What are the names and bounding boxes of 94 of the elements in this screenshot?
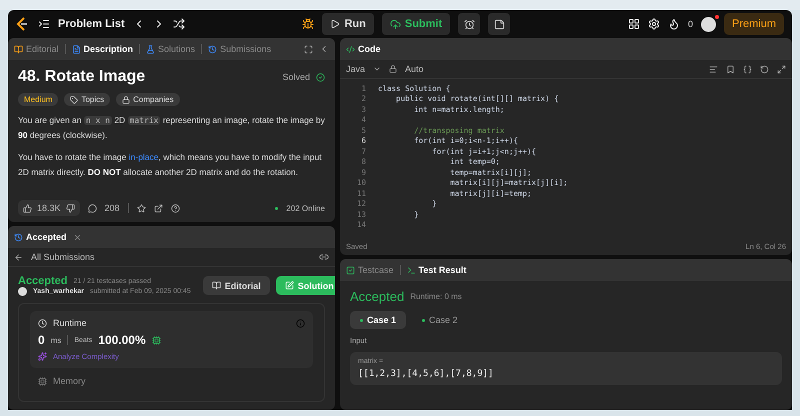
tag-icon: [70, 96, 78, 104]
list-icon: [38, 18, 50, 30]
tag-chip[interactable]: Topics: [64, 93, 110, 106]
fullscreen-icon: [777, 64, 786, 74]
problem-list-link[interactable]: Problem List: [58, 18, 125, 30]
thumbs-up-icon: [23, 204, 32, 212]
tag-chip[interactable]: Companies: [116, 93, 180, 106]
notification-dot: [715, 14, 719, 18]
solved-status: Solved: [282, 72, 310, 82]
edit-icon: [284, 281, 294, 290]
like-count: 18.3K: [37, 203, 61, 213]
debug-icon: [302, 18, 314, 30]
alarm-clock-icon: [464, 18, 475, 30]
link-icon: [319, 252, 329, 262]
panel-tab[interactable]: Submissions: [208, 44, 272, 54]
history-icon: [208, 44, 218, 54]
format-icon: [709, 64, 718, 74]
checkbox-icon: [346, 266, 355, 274]
share-icon: [154, 204, 163, 212]
info-icon: [296, 318, 305, 328]
avatar[interactable]: [701, 16, 716, 32]
premium-button[interactable]: Premium: [724, 13, 784, 35]
problem-text: You have to rotate the image in-place, which means you have to modify the input 2D matrix directly. DO NOT allocate another 2D matrix and do the rotation.: [18, 151, 323, 179]
chevron-down-icon: [373, 65, 382, 73]
comment-icon: [88, 204, 97, 212]
streak-count: 0: [688, 19, 693, 29]
runtime-label: Runtime: [53, 318, 87, 328]
online-dot: [275, 206, 278, 210]
panel-tab[interactable]: Testcase: [346, 265, 394, 275]
play-icon: [330, 19, 340, 29]
all-submissions-link[interactable]: All Submissions: [31, 252, 95, 262]
language-select[interactable]: Java: [346, 64, 366, 74]
back-arrow-icon: [14, 252, 23, 262]
close-icon: [72, 232, 82, 242]
document-icon: [72, 44, 81, 54]
beats-value: 100.00%: [98, 333, 146, 347]
user-avatar: [18, 287, 27, 296]
star-icon: [136, 204, 146, 212]
thumbs-down-icon: [66, 204, 75, 212]
accepted-tab[interactable]: Accepted: [14, 232, 67, 242]
runtime-value: 0: [38, 333, 45, 347]
help-icon: [170, 204, 180, 212]
expand-icon: [304, 44, 313, 54]
panel-tab[interactable]: Test Result: [406, 265, 466, 275]
terminal-icon: [406, 266, 416, 274]
auto-mode: Auto: [405, 64, 424, 74]
grid-icon: [628, 18, 640, 30]
code-tab[interactable]: Code: [346, 44, 380, 54]
code-icon: [346, 44, 355, 54]
result-verdict: Accepted: [350, 289, 404, 304]
panel-tab[interactable]: Editorial: [14, 44, 59, 54]
case-tab[interactable]: Case 1: [350, 311, 406, 329]
sparkles-icon: [38, 352, 47, 361]
book-icon: [14, 44, 23, 54]
note-button[interactable]: [488, 13, 510, 35]
verdict: Accepted: [18, 275, 68, 287]
online-count: 202 Online: [286, 204, 325, 212]
reset-icon: [760, 64, 769, 74]
like-bar[interactable]: 18.3K: [18, 200, 80, 216]
problem-text: You are given an n x n 2D matrix representing an image, rotate the image by 90 degrees (clockwise).: [18, 114, 325, 142]
check-circle-icon: [316, 72, 325, 82]
lock-icon: [122, 96, 130, 104]
editorial-button[interactable]: Editorial: [202, 276, 270, 295]
history-icon: [14, 232, 23, 242]
logo-icon: [16, 17, 28, 31]
run-button[interactable]: Run: [322, 13, 374, 35]
result-runtime: Runtime: 0 ms: [410, 292, 462, 301]
panel-tab[interactable]: Solutions: [146, 44, 196, 54]
clock-icon: [38, 318, 47, 328]
variable-value: [[1,2,3],[4,5,6],[7,8,9]]: [358, 369, 494, 379]
status-dot: [422, 318, 426, 322]
flask-icon: [146, 44, 156, 54]
cloud-upload-icon: [390, 18, 401, 30]
book-icon: [212, 281, 221, 290]
comment-count: 208: [104, 203, 120, 213]
difficulty-tag: Medium: [18, 93, 58, 106]
chip-icon: [152, 336, 161, 344]
settings-icon: [648, 18, 660, 30]
braces-icon: [743, 64, 752, 74]
problem-title: 48. Rotate Image: [18, 68, 146, 86]
alarm-clock-button[interactable]: [458, 13, 480, 35]
status-dot: [360, 318, 363, 322]
memory-label: Memory: [53, 376, 86, 386]
shuffle-icon: [172, 18, 185, 30]
lock-icon: [389, 65, 398, 73]
bookmark-icon: [726, 64, 735, 74]
memory-icon: [38, 376, 47, 386]
note-icon: [494, 18, 505, 30]
case-tab[interactable]: Case 2: [412, 311, 468, 329]
runtime-unit: ms: [50, 336, 62, 344]
panel-tab[interactable]: Description: [72, 44, 134, 54]
submit-button[interactable]: Submit: [382, 13, 450, 35]
in-place-link[interactable]: in-place: [128, 152, 159, 162]
flame-icon: [668, 18, 680, 30]
